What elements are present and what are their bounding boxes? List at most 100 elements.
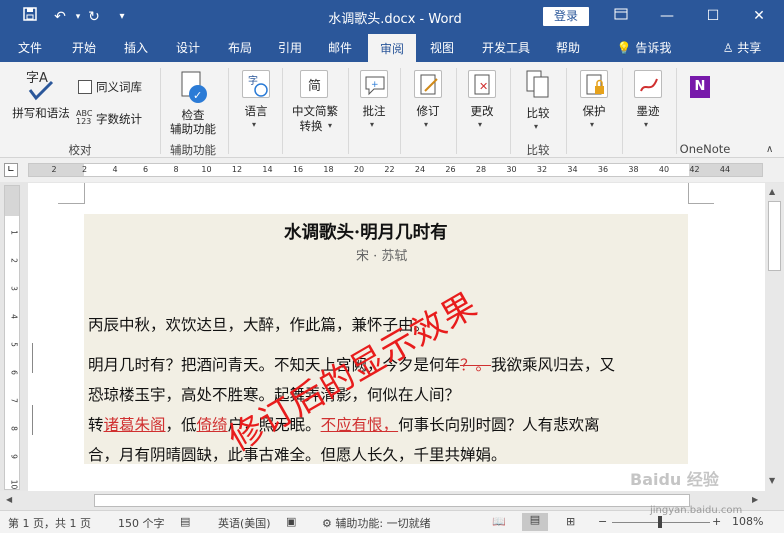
scroll-down-icon[interactable]: ▼: [769, 476, 775, 485]
svg-text:✓: ✓: [193, 89, 202, 102]
tab-references[interactable]: 引用: [268, 34, 312, 62]
vruler-number: 2: [9, 258, 19, 263]
ruler-number: 8: [173, 165, 179, 174]
check-accessibility-label-1[interactable]: 检查: [164, 108, 222, 122]
proofing-status-icon[interactable]: ▤: [180, 515, 190, 528]
vertical-scrollbar[interactable]: ▲ ▼: [765, 183, 784, 491]
compare-group-label: 比较: [526, 143, 550, 157]
word-count-button[interactable]: 字数统计: [96, 112, 148, 126]
text-run: ，低: [165, 416, 197, 434]
title-bar: ↶ ▾ ↻ ▾ 水调歌头.docx - Word 登录 — ☐ ✕: [0, 0, 784, 34]
changes-icon: ✕: [468, 70, 496, 98]
zoom-in-icon[interactable]: +: [712, 515, 721, 528]
vruler-number: 4: [9, 314, 19, 319]
inserted-text: 不应有恨，: [320, 416, 399, 434]
document-title: 水调歌头.docx - Word: [328, 12, 462, 27]
collapse-ribbon-icon[interactable]: ∧: [766, 144, 773, 155]
tab-help[interactable]: 帮助: [546, 34, 590, 62]
tab-home[interactable]: 开始: [62, 34, 106, 62]
comments-button[interactable]: 批注: [356, 104, 392, 118]
document-canvas[interactable]: 水调歌头·明月几时有 宋 · 苏轼 丙辰中秋，欢饮达旦，大醉，作此篇，兼怀子由。…: [24, 183, 765, 491]
divider: [282, 68, 283, 154]
ruler-number: 6: [142, 165, 149, 174]
language-status[interactable]: 英语(美国): [218, 515, 271, 531]
track-changes-button[interactable]: 修订: [408, 104, 448, 118]
read-mode-icon[interactable]: 📖: [492, 515, 506, 528]
ruler-number: 2: [51, 165, 57, 174]
tab-file[interactable]: 文件: [8, 34, 52, 62]
scroll-thumb[interactable]: [94, 494, 690, 507]
language-button[interactable]: 语言: [236, 104, 276, 118]
tab-mailings[interactable]: 邮件: [318, 34, 362, 62]
login-button[interactable]: 登录: [543, 7, 589, 26]
vruler-number: 6: [9, 370, 19, 375]
tab-developer[interactable]: 开发工具: [474, 34, 538, 62]
tell-me[interactable]: 💡 告诉我: [604, 34, 684, 62]
zoom-slider-thumb[interactable]: [658, 516, 662, 528]
divider: [228, 68, 229, 154]
tab-insert[interactable]: 插入: [114, 34, 158, 62]
corner-mark: [58, 203, 84, 204]
vruler-number: 1: [9, 230, 19, 235]
text-run: 我欲乘风归去，又: [491, 356, 616, 374]
maximize-icon[interactable]: ☐: [700, 4, 726, 28]
compare-button[interactable]: 比较: [518, 106, 558, 120]
page-count[interactable]: 第 1 页，共 1 页: [8, 515, 91, 531]
ink-button[interactable]: 墨迹: [628, 104, 668, 118]
ruler-number: 4: [112, 165, 118, 174]
corner-mark: [688, 183, 689, 204]
scroll-up-icon[interactable]: ▲: [769, 187, 775, 196]
ruler-number: 40: [658, 165, 670, 174]
save-icon[interactable]: [20, 7, 40, 27]
svg-text:+: +: [371, 80, 379, 90]
print-layout-icon[interactable]: ▤: [522, 513, 548, 531]
check-accessibility-label-2[interactable]: 辅助功能: [164, 122, 222, 136]
tab-design[interactable]: 设计: [166, 34, 210, 62]
ruler-number: 20: [353, 165, 365, 174]
spelling-button[interactable]: 拼写和语法: [8, 106, 74, 120]
vruler-number: 9: [9, 454, 19, 459]
thesaurus-button[interactable]: 同义词库: [96, 80, 148, 94]
onenote-icon[interactable]: N: [690, 76, 710, 98]
ruler-number: 44: [719, 165, 731, 174]
corner-mark: [84, 183, 85, 204]
accessibility-status[interactable]: ⚙ 辅助功能: 一切就绪: [322, 515, 431, 531]
chevron-down-icon: ▾: [252, 120, 257, 129]
ribbon-display-icon[interactable]: [608, 4, 634, 28]
ruler-number: 16: [292, 165, 304, 174]
paragraph-line-3[interactable]: 转诸葛朱阁，低倚绮户，照无眠。不应有恨，何事长向别时圆？人有悲欢离: [88, 413, 600, 435]
close-icon[interactable]: ✕: [746, 4, 772, 28]
minimize-icon[interactable]: —: [654, 4, 680, 28]
document-page[interactable]: 水调歌头·明月几时有 宋 · 苏轼 丙辰中秋，欢饮达旦，大醉，作此篇，兼怀子由。…: [28, 183, 765, 491]
scroll-thumb[interactable]: [768, 201, 781, 271]
poem-author[interactable]: 宋 · 苏轼: [356, 245, 407, 264]
redo-icon[interactable]: ↻: [84, 7, 104, 27]
undo-icon[interactable]: ↶: [50, 7, 70, 27]
share-button[interactable]: ♙ 共享: [712, 34, 772, 62]
tab-selector[interactable]: ∟: [4, 163, 18, 177]
tab-view[interactable]: 视图: [420, 34, 464, 62]
zoom-out-icon[interactable]: −: [598, 515, 607, 528]
poem-title[interactable]: 水调歌头·明月几时有: [284, 219, 448, 244]
word-count-status[interactable]: 150 个字: [118, 515, 165, 531]
tell-me-label: 告诉我: [635, 41, 672, 55]
tab-review[interactable]: 审阅: [368, 34, 416, 62]
ruler-number: 12: [231, 165, 243, 174]
language-icon: 字: [242, 70, 270, 98]
paragraph-line-4[interactable]: 合，月有阴晴圆缺，此事古难全。但愿人长久，千里共婵娟。: [88, 443, 507, 465]
tab-layout[interactable]: 布局: [218, 34, 262, 62]
divider: [622, 68, 623, 154]
scroll-left-icon[interactable]: ◀: [6, 495, 12, 504]
protect-button[interactable]: 保护: [574, 104, 614, 118]
accessibility-group-label: 辅助功能: [170, 143, 216, 157]
zoom-level[interactable]: 108%: [732, 515, 763, 528]
text-run: 转: [88, 416, 104, 434]
scroll-right-icon[interactable]: ▶: [752, 495, 758, 504]
compare-icon: [524, 68, 552, 98]
vruler-number: 3: [9, 286, 19, 291]
web-layout-icon[interactable]: ⊞: [566, 515, 575, 528]
customize-icon[interactable]: ▾: [112, 7, 132, 27]
chinese-conversion-label-1[interactable]: 中文简繁: [286, 104, 344, 118]
macro-icon[interactable]: ▣: [286, 515, 296, 528]
changes-button[interactable]: 更改: [462, 104, 502, 118]
